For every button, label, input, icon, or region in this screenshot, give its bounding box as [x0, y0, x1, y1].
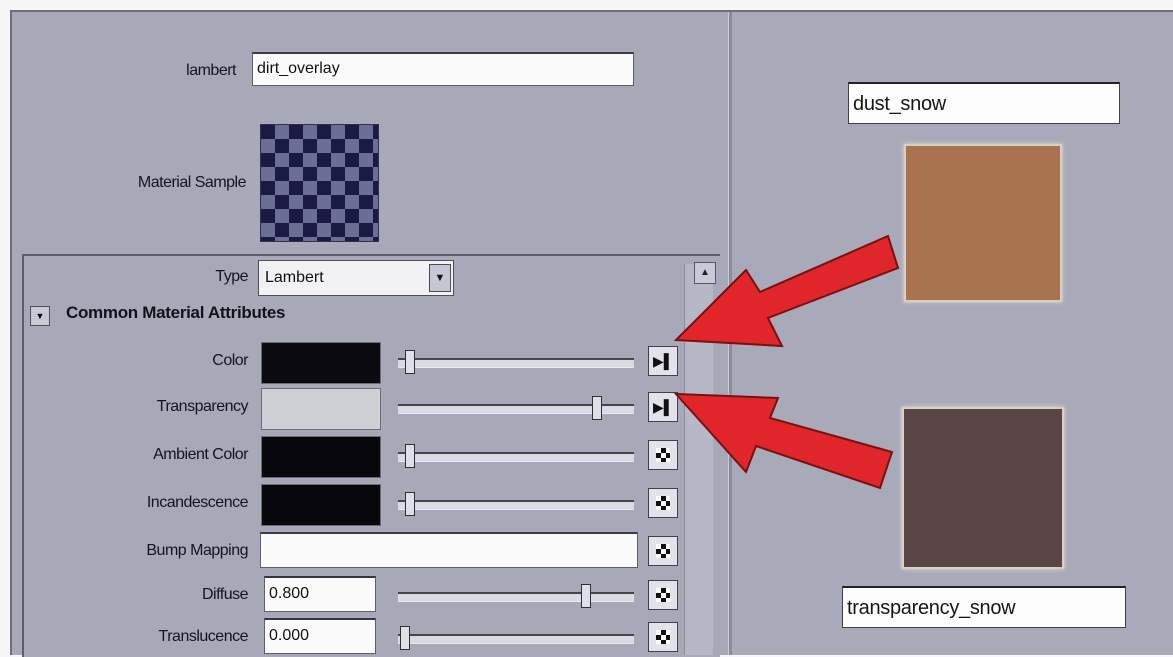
connection-arrow-icon: ▶▌: [653, 399, 674, 415]
checker-map-icon: [656, 448, 670, 462]
attr-incandescence-slider-handle[interactable]: [405, 492, 415, 516]
attr-diffuse-map-button[interactable]: [648, 580, 678, 610]
attr-bump-mapping-map-button[interactable]: [648, 536, 678, 566]
chevron-down-icon[interactable]: ▼: [429, 264, 451, 292]
attr-incandescence-swatch[interactable]: [261, 484, 381, 526]
texture-swatch-top: [904, 144, 1062, 302]
material-sample-label: Material Sample: [137, 174, 247, 191]
attr-color-slider-handle[interactable]: [405, 350, 415, 374]
material-sample-swatch: [260, 124, 379, 242]
attribute-editor-panel: lambert dirt_overlay Material Sample ▲ T…: [12, 12, 728, 657]
attr-translucence-slider[interactable]: [398, 634, 634, 644]
checker-map-icon: [656, 544, 670, 558]
attr-translucence-value[interactable]: 0.000: [264, 618, 376, 654]
attr-transparency-connected-icon[interactable]: ▶▌: [648, 392, 678, 422]
attr-transparency-swatch[interactable]: [261, 388, 381, 430]
attr-transparency-slider-handle[interactable]: [592, 396, 602, 420]
attr-ambient-color-map-button[interactable]: [648, 440, 678, 470]
scrollbar[interactable]: [684, 264, 713, 655]
attr-diffuse-slider[interactable]: [398, 592, 634, 602]
attr-transparency-label: Transparency: [156, 398, 249, 415]
attr-ambient-color-slider-handle[interactable]: [405, 444, 415, 468]
texture-name-bottom[interactable]: transparency_snow: [842, 586, 1126, 628]
attr-incandescence-map-button[interactable]: [648, 488, 678, 518]
attr-color-slider[interactable]: [398, 358, 634, 368]
attr-diffuse-value[interactable]: 0.800: [264, 576, 376, 612]
attr-ambient-color-slider[interactable]: [398, 452, 634, 462]
attr-bump-mapping-field[interactable]: [260, 532, 638, 568]
attr-ambient-color-swatch[interactable]: [261, 436, 381, 478]
node-type-label: lambert: [186, 62, 236, 79]
attr-diffuse-label: Diffuse: [201, 586, 249, 603]
scroll-up-arrow-icon[interactable]: ▲: [694, 262, 716, 284]
attr-color-swatch[interactable]: [261, 342, 381, 384]
checker-map-icon: [656, 630, 670, 644]
checker-map-icon: [656, 496, 670, 510]
attr-ambient-color-label: Ambient Color: [153, 446, 248, 463]
collapse-section-icon[interactable]: ▼: [30, 306, 50, 326]
checker-map-icon: [656, 588, 670, 602]
section-title: Common Material Attributes: [66, 303, 286, 322]
type-label: Type: [215, 268, 248, 285]
attr-translucence-slider-handle[interactable]: [400, 626, 410, 650]
type-dropdown-value: Lambert: [265, 269, 324, 286]
attr-translucence-map-button[interactable]: [648, 622, 678, 652]
attr-color-connected-icon[interactable]: ▶▌: [648, 346, 678, 376]
texture-name-top[interactable]: dust_snow: [848, 82, 1120, 124]
attr-incandescence-label: Incandescence: [146, 494, 249, 511]
type-dropdown[interactable]: Lambert ▼: [258, 260, 454, 296]
attr-color-label: Color: [212, 352, 248, 369]
attr-bump-mapping-label: Bump Mapping: [146, 542, 248, 559]
material-name-field[interactable]: dirt_overlay: [252, 52, 634, 86]
texture-swatch-bottom: [902, 407, 1064, 569]
attr-translucence-label: Translucence: [158, 628, 249, 645]
attr-diffuse-slider-handle[interactable]: [581, 584, 591, 608]
attr-incandescence-slider[interactable]: [398, 500, 634, 510]
connection-arrow-icon: ▶▌: [653, 353, 674, 369]
